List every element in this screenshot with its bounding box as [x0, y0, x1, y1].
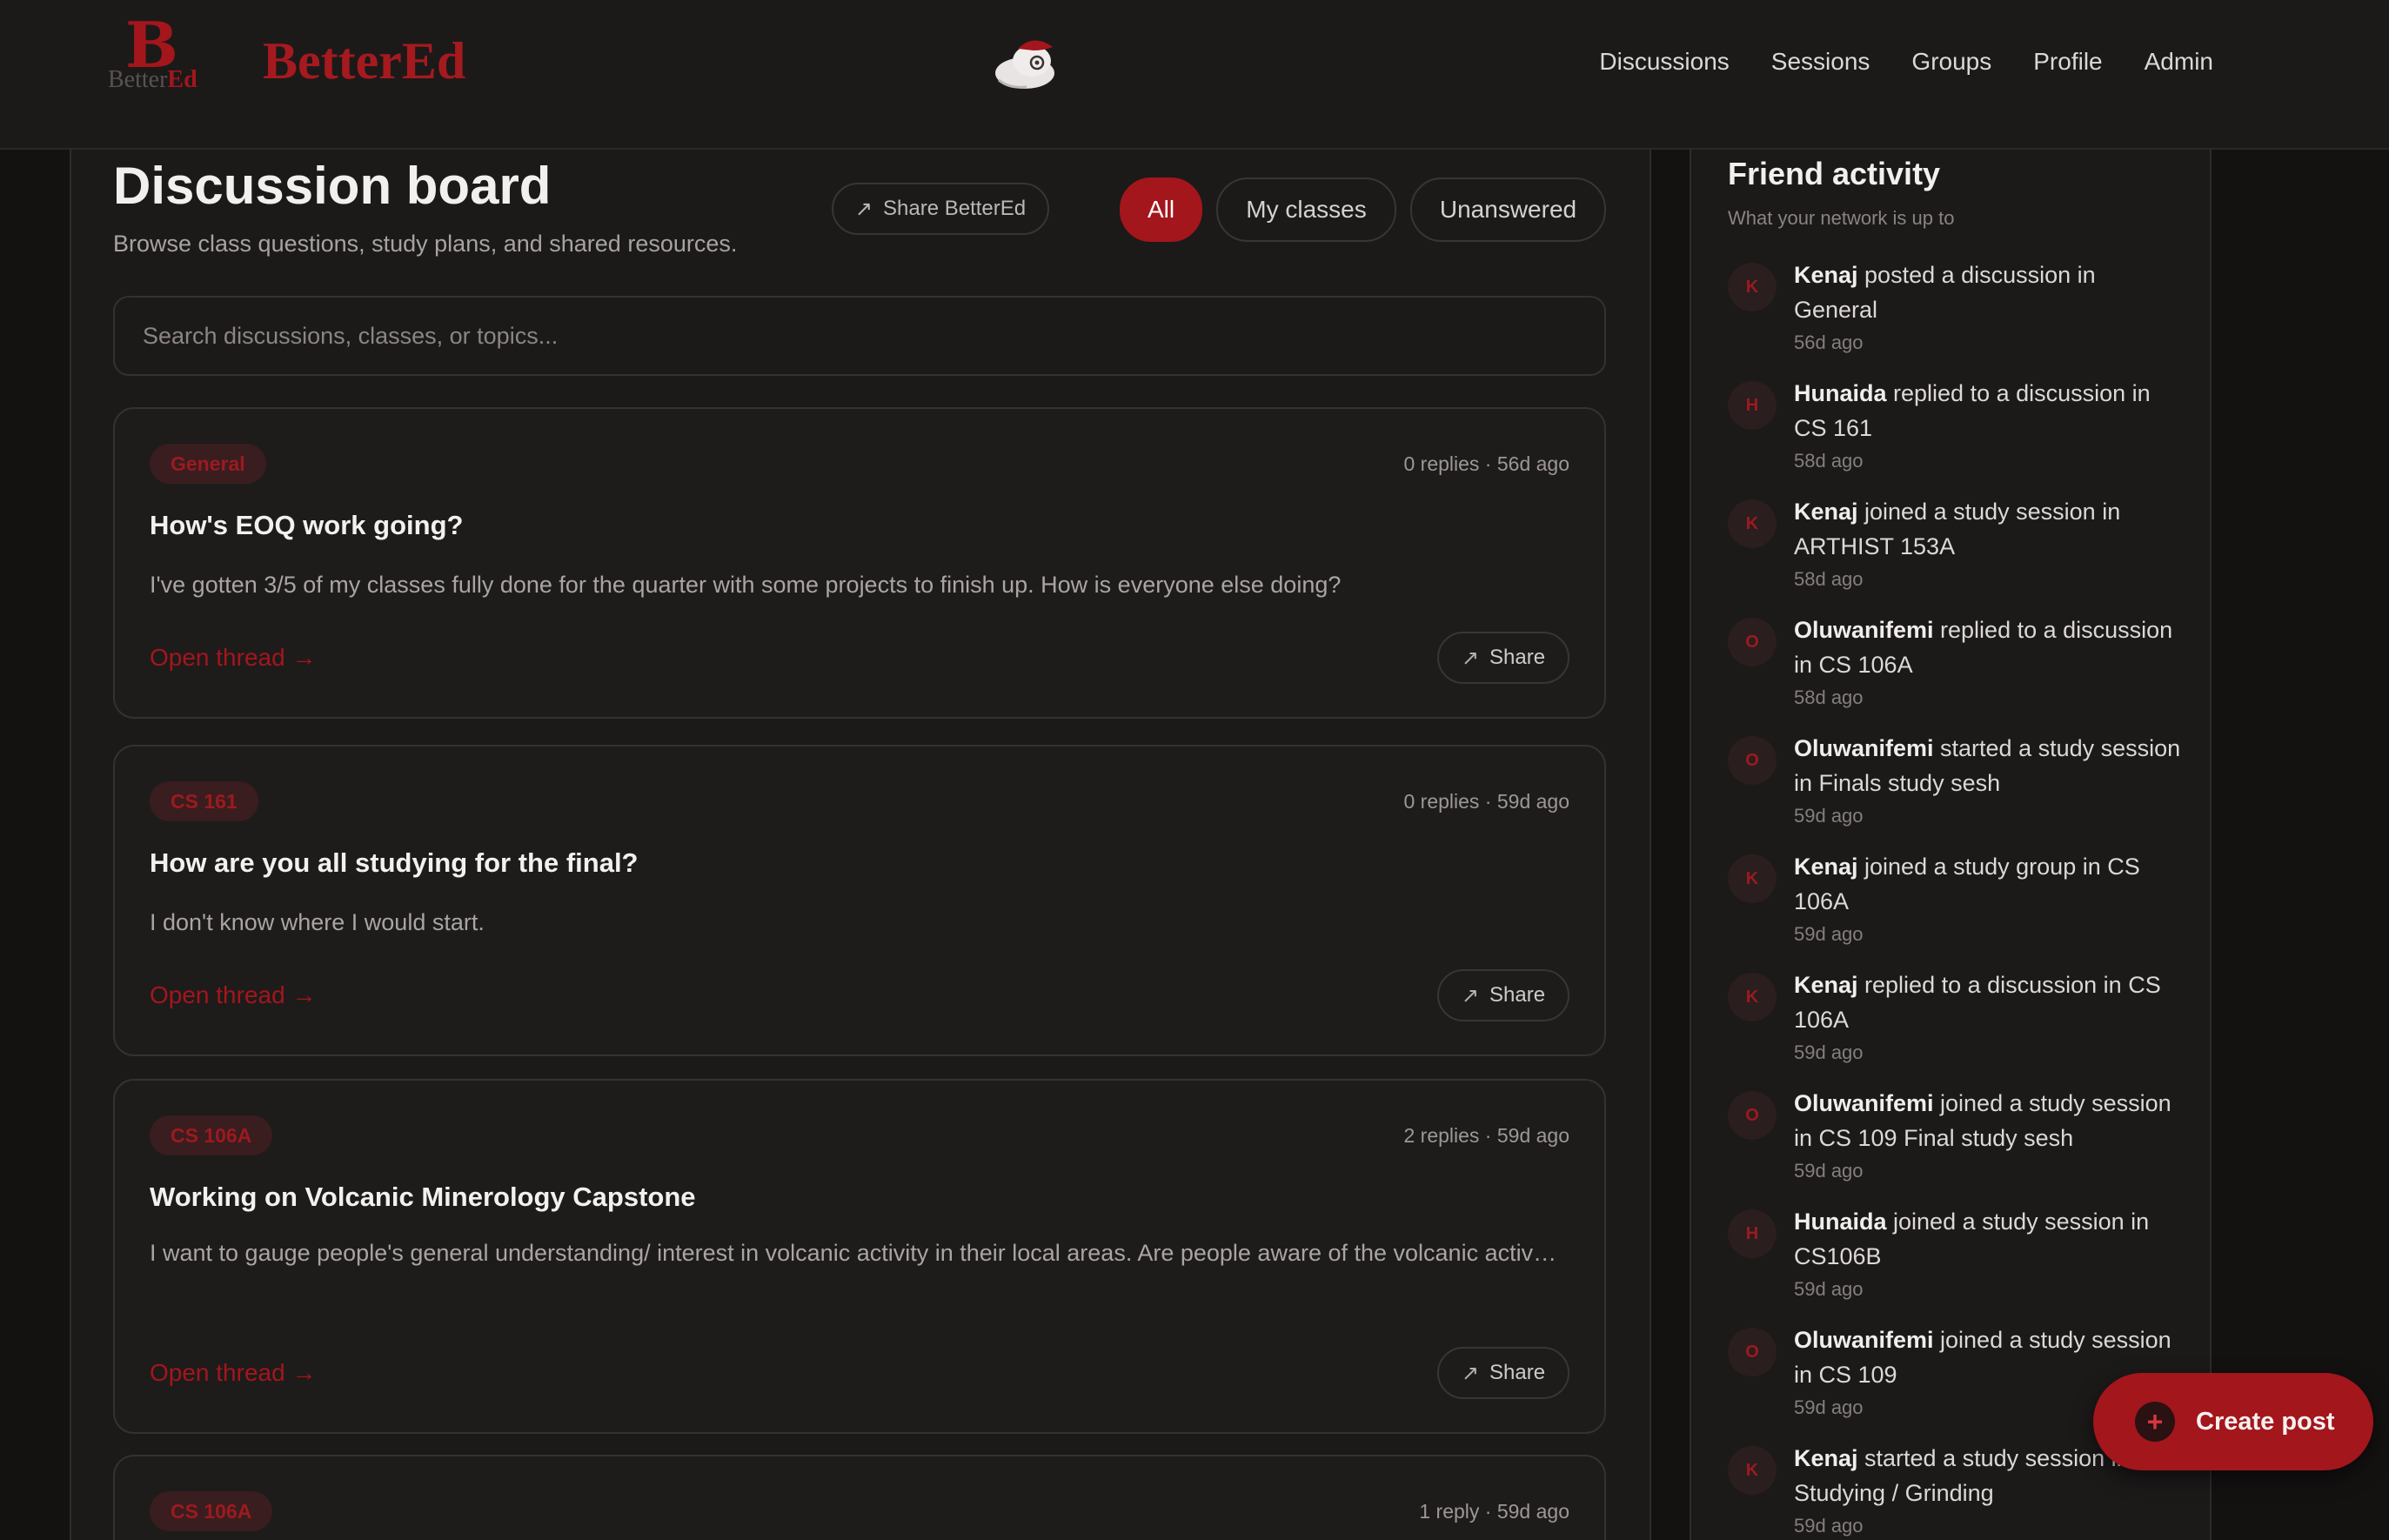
- activity-time: 59d ago: [1794, 1041, 1864, 1063]
- filter-all-tab[interactable]: All: [1120, 177, 1202, 242]
- post-share-button[interactable]: ↗ Share: [1437, 632, 1569, 684]
- create-post-label: Create post: [2196, 1407, 2335, 1436]
- post-tag[interactable]: CS 161: [150, 781, 258, 821]
- activity-user[interactable]: Kenaj: [1794, 499, 1858, 525]
- activity-time: 58d ago: [1794, 568, 1864, 590]
- avatar: O: [1728, 1091, 1777, 1140]
- activity-user[interactable]: Oluwanifemi: [1794, 735, 1934, 761]
- activity-text: Kenaj joined a study session in ARTHIST …: [1794, 494, 2185, 564]
- post-tag[interactable]: CS 106A: [150, 1115, 273, 1155]
- activity-user[interactable]: Hunaida: [1794, 1209, 1887, 1235]
- post-body: I want to gauge people's general underst…: [150, 1240, 1557, 1266]
- activity-user[interactable]: Oluwanifemi: [1794, 1090, 1934, 1116]
- open-thread-link[interactable]: Open thread →: [150, 1357, 316, 1389]
- activity-time: 59d ago: [1794, 923, 1864, 945]
- post-share-label: Share: [1489, 646, 1546, 669]
- nav-groups[interactable]: Groups: [1911, 44, 1991, 80]
- share-betttered-label: Share BetterEd: [883, 197, 1027, 220]
- post-share-label: Share: [1489, 1361, 1546, 1384]
- logo-subtext: BetterEd: [108, 64, 197, 96]
- avatar: O: [1728, 736, 1777, 785]
- activity-text: Kenaj replied to a discussion in CS 106A: [1794, 968, 2185, 1037]
- logo-sub-ed: Ed: [167, 66, 197, 93]
- mascot-icon: [995, 40, 1054, 89]
- activity-text: Oluwanifemi replied to a discussion in C…: [1794, 613, 2185, 682]
- post-body: I don't know where I would start.: [150, 909, 485, 935]
- activity-user[interactable]: Kenaj: [1794, 972, 1858, 998]
- activity-user[interactable]: Kenaj: [1794, 854, 1858, 880]
- activity-text: Oluwanifemi started a study session in F…: [1794, 731, 2185, 800]
- open-thread-link[interactable]: Open thread →: [150, 980, 316, 1011]
- post-title[interactable]: Working on Volcanic Minerology Capstone: [150, 1180, 696, 1215]
- share-arrow-icon: ↗: [854, 197, 873, 221]
- post-card[interactable]: CS 161 0 replies · 59d ago How are you a…: [113, 745, 1606, 1056]
- post-meta: 0 replies · 56d ago: [1403, 452, 1569, 475]
- avatar: K: [1728, 263, 1777, 311]
- page-subtitle: Browse class questions, study plans, and…: [113, 231, 738, 257]
- filter-my-classes-tab[interactable]: My classes: [1216, 177, 1396, 242]
- activity-user[interactable]: Kenaj: [1794, 1445, 1858, 1471]
- post-meta: 1 reply · 59d ago: [1419, 1500, 1569, 1523]
- post-tag[interactable]: General: [150, 444, 266, 484]
- activity-time: 59d ago: [1794, 1278, 1864, 1300]
- activity-time: 58d ago: [1794, 450, 1864, 472]
- logo-mark[interactable]: B BetterEd: [108, 10, 209, 94]
- post-share-button[interactable]: ↗ Share: [1437, 969, 1569, 1021]
- page-title: Discussion board: [113, 157, 552, 215]
- share-arrow-icon: ↗: [1461, 983, 1480, 1008]
- post-title[interactable]: How's EOQ work going?: [150, 508, 463, 543]
- activity-user[interactable]: Oluwanifemi: [1794, 617, 1934, 643]
- post-meta: 2 replies · 59d ago: [1403, 1124, 1569, 1147]
- search-input[interactable]: [113, 296, 1606, 376]
- activity-time: 56d ago: [1794, 331, 1864, 353]
- avatar: K: [1728, 1446, 1777, 1495]
- avatar: H: [1728, 381, 1777, 430]
- post-card[interactable]: CS 106A 1 reply · 59d ago: [113, 1455, 1606, 1540]
- filter-unanswered-tab[interactable]: Unanswered: [1410, 177, 1606, 242]
- avatar: K: [1728, 973, 1777, 1021]
- post-share-button[interactable]: ↗ Share: [1437, 1347, 1569, 1399]
- activity-text: Kenaj posted a discussion in General: [1794, 258, 2185, 327]
- activity-time: 59d ago: [1794, 1515, 1864, 1537]
- share-arrow-icon: ↗: [1461, 646, 1480, 670]
- logo-sub-better: Better: [108, 66, 168, 93]
- activity-text: Oluwanifemi joined a study session in CS…: [1794, 1086, 2185, 1155]
- activity-time: 59d ago: [1794, 805, 1864, 827]
- activity-text: Kenaj joined a study group in CS 106A: [1794, 849, 2185, 919]
- activity-user[interactable]: Kenaj: [1794, 262, 1858, 288]
- post-share-label: Share: [1489, 983, 1546, 1007]
- top-bar: B BetterEd BetterEd Discussions Sessions…: [0, 0, 2389, 150]
- brand-name[interactable]: BetterEd: [263, 30, 465, 92]
- avatar: K: [1728, 499, 1777, 548]
- share-betttered-button[interactable]: ↗ Share BetterEd: [832, 183, 1049, 235]
- open-thread-link[interactable]: Open thread →: [150, 642, 316, 673]
- main-nav: Discussions Sessions Groups Profile Admi…: [1599, 44, 2213, 80]
- post-card[interactable]: CS 106A 2 replies · 59d ago Working on V…: [113, 1079, 1606, 1434]
- activity-time: 59d ago: [1794, 1396, 1864, 1418]
- activity-user[interactable]: Hunaida: [1794, 380, 1887, 406]
- plus-icon: +: [2135, 1402, 2175, 1442]
- avatar: K: [1728, 854, 1777, 903]
- avatar: O: [1728, 1328, 1777, 1376]
- activity-user[interactable]: Oluwanifemi: [1794, 1327, 1934, 1353]
- post-body: I've gotten 3/5 of my classes fully done…: [150, 572, 1342, 598]
- activity-time: 58d ago: [1794, 686, 1864, 708]
- nav-sessions[interactable]: Sessions: [1771, 44, 1870, 80]
- avatar: O: [1728, 618, 1777, 666]
- sidebar-subtitle: What your network is up to: [1728, 207, 1955, 229]
- nav-admin[interactable]: Admin: [2145, 44, 2213, 80]
- share-arrow-icon: ↗: [1461, 1361, 1480, 1385]
- create-post-button[interactable]: + Create post: [2093, 1373, 2373, 1470]
- activity-time: 59d ago: [1794, 1160, 1864, 1182]
- sidebar-title: Friend activity: [1728, 156, 1941, 191]
- post-title[interactable]: How are you all studying for the final?: [150, 846, 639, 880]
- post-card[interactable]: General 0 replies · 56d ago How's EOQ wo…: [113, 407, 1606, 719]
- activity-text: Hunaida replied to a discussion in CS 16…: [1794, 376, 2185, 445]
- nav-discussions[interactable]: Discussions: [1599, 44, 1729, 80]
- activity-text: Hunaida joined a study session in CS106B: [1794, 1204, 2185, 1274]
- avatar: H: [1728, 1209, 1777, 1258]
- post-meta: 0 replies · 59d ago: [1403, 790, 1569, 813]
- post-tag[interactable]: CS 106A: [150, 1491, 273, 1531]
- nav-profile[interactable]: Profile: [2033, 44, 2102, 80]
